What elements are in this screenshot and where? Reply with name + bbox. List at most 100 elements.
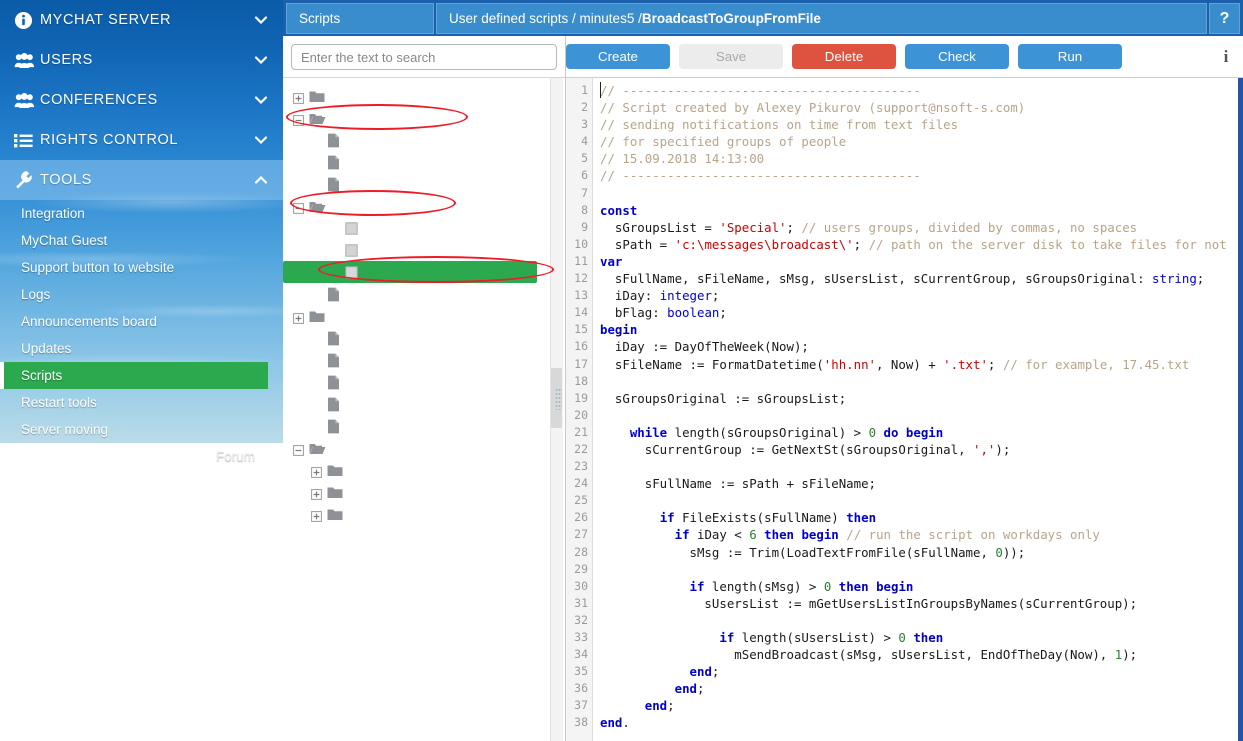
tree-node[interactable] bbox=[283, 393, 565, 415]
sidebar-item-announcements-board[interactable]: Announcements board bbox=[0, 308, 283, 335]
create-button[interactable]: Create bbox=[566, 44, 670, 69]
tree-node[interactable] bbox=[283, 503, 565, 525]
run-button[interactable]: Run bbox=[1018, 44, 1122, 69]
tree-toggle-plus-icon[interactable] bbox=[311, 509, 322, 520]
tree-node[interactable] bbox=[283, 129, 565, 151]
line-number: 34 bbox=[566, 646, 592, 663]
file-icon bbox=[327, 353, 344, 368]
sidebar-item-forum[interactable]: Forum bbox=[0, 443, 283, 741]
folder-closed-icon bbox=[327, 464, 344, 477]
code-line: end. bbox=[600, 714, 1243, 731]
sidebar-group-filters[interactable]: FILTERS bbox=[0, 700, 283, 741]
line-number: 15 bbox=[566, 321, 592, 338]
tree-toggle-plus-icon[interactable] bbox=[293, 311, 304, 322]
splitter-grip-icon[interactable] bbox=[555, 388, 562, 410]
code-content[interactable]: // -------------------------------------… bbox=[593, 78, 1243, 741]
tree-node[interactable] bbox=[283, 437, 565, 459]
tree-node[interactable] bbox=[283, 217, 565, 239]
tree-node[interactable] bbox=[283, 305, 565, 327]
code-line: begin bbox=[600, 321, 1243, 338]
code-line: end; bbox=[600, 663, 1243, 680]
sidebar-group-label: CONFERENCES bbox=[40, 92, 253, 108]
code-line: // -------------------------------------… bbox=[600, 82, 1243, 99]
search-input[interactable] bbox=[291, 44, 557, 70]
sidebar-item-support-button[interactable]: Support button to website bbox=[0, 254, 283, 281]
sidebar-item-updates[interactable]: Updates bbox=[0, 335, 283, 362]
line-number: 26 bbox=[566, 509, 592, 526]
sidebar-group-conferences[interactable]: CONFERENCES bbox=[0, 80, 283, 120]
editor-panel: Create Save Delete Check Run i 123456789… bbox=[566, 36, 1243, 741]
funnel-icon bbox=[14, 710, 32, 731]
line-number: 37 bbox=[566, 697, 592, 714]
script-icon bbox=[345, 266, 362, 279]
tree-node[interactable] bbox=[283, 151, 565, 173]
tree-node[interactable] bbox=[283, 173, 565, 195]
code-line: sGroupsList = 'Special'; // users groups… bbox=[600, 219, 1243, 236]
sidebar-item-restart-tools[interactable]: Restart tools bbox=[0, 389, 283, 416]
sidebar-item-integration[interactable]: Integration bbox=[0, 200, 283, 227]
tree-node[interactable] bbox=[283, 327, 565, 349]
chevron-down-icon bbox=[253, 132, 269, 148]
line-number: 23 bbox=[566, 458, 592, 475]
chevron-down-icon bbox=[253, 713, 269, 729]
line-number: 32 bbox=[566, 612, 592, 629]
line-number: 3 bbox=[566, 116, 592, 133]
tree-node[interactable] bbox=[283, 459, 565, 481]
search-area bbox=[283, 36, 565, 77]
code-line bbox=[600, 407, 1243, 424]
sidebar-group-rights-control[interactable]: RIGHTS CONTROL bbox=[0, 120, 283, 160]
tree-node[interactable] bbox=[283, 349, 565, 371]
code-line: end; bbox=[600, 697, 1243, 714]
tree-toggle-minus-icon[interactable] bbox=[293, 201, 304, 212]
sidebar-group-users[interactable]: USERS bbox=[0, 40, 283, 80]
code-line: if length(sUsersList) > 0 then bbox=[600, 629, 1243, 646]
line-number: 5 bbox=[566, 150, 592, 167]
line-number: 10 bbox=[566, 236, 592, 253]
help-button[interactable]: ? bbox=[1209, 3, 1240, 34]
sidebar-item-scripts[interactable]: Scripts bbox=[0, 362, 268, 389]
tree-toggle-plus-icon[interactable] bbox=[311, 487, 322, 498]
content-row: Create Save Delete Check Run i 123456789… bbox=[283, 36, 1243, 741]
tree-node[interactable] bbox=[283, 85, 565, 107]
tree-toggle-plus-icon[interactable] bbox=[311, 465, 322, 476]
info-circle-icon bbox=[14, 11, 40, 30]
tree-toggle-minus-icon[interactable] bbox=[293, 443, 304, 454]
breadcrumb-current: BroadcastToGroupFromFile bbox=[642, 11, 821, 26]
tree-node[interactable] bbox=[283, 283, 565, 305]
sidebar-item-server-moving[interactable]: Server moving bbox=[0, 416, 283, 443]
sidebar-group-tools[interactable]: TOOLS bbox=[0, 160, 283, 200]
tree-node[interactable] bbox=[283, 107, 565, 129]
scripts-tree-panel bbox=[283, 36, 566, 741]
tree-node[interactable] bbox=[283, 371, 565, 393]
check-button[interactable]: Check bbox=[905, 44, 1009, 69]
file-icon bbox=[327, 155, 344, 170]
line-number: 7 bbox=[566, 185, 592, 202]
folder-closed-icon bbox=[327, 486, 344, 499]
sidebar-item-logs[interactable]: Logs bbox=[0, 281, 283, 308]
tree-toggle-plus-icon[interactable] bbox=[293, 91, 304, 102]
info-icon[interactable]: i bbox=[1209, 47, 1243, 67]
line-number: 27 bbox=[566, 526, 592, 543]
sidebar-item-mychat-guest[interactable]: MyChat Guest bbox=[0, 227, 283, 254]
file-icon bbox=[327, 287, 344, 302]
code-editor[interactable]: 1234567891011121314151617181920212223242… bbox=[566, 77, 1243, 741]
tree-node[interactable] bbox=[283, 481, 565, 503]
list-icon bbox=[14, 133, 40, 148]
code-line bbox=[600, 612, 1243, 629]
tree-toggle-minus-icon[interactable] bbox=[293, 113, 304, 124]
line-number: 24 bbox=[566, 475, 592, 492]
code-line bbox=[600, 373, 1243, 390]
users-icon bbox=[14, 52, 40, 69]
tree-node[interactable] bbox=[283, 239, 565, 261]
code-line: sPath = 'c:\messages\broadcast\'; // pat… bbox=[600, 236, 1243, 253]
editor-scrollbar[interactable] bbox=[1238, 78, 1243, 741]
code-line: // Script created by Alexey Pikurov (sup… bbox=[600, 99, 1243, 116]
delete-button[interactable]: Delete bbox=[792, 44, 896, 69]
tree-node[interactable] bbox=[283, 415, 565, 437]
sidebar-group-mychat-server[interactable]: MYCHAT SERVER bbox=[0, 0, 283, 40]
file-icon bbox=[327, 419, 344, 434]
folder-closed-icon bbox=[309, 310, 326, 323]
tree-node-selected[interactable] bbox=[283, 261, 537, 283]
tree-node[interactable] bbox=[283, 195, 565, 217]
folder-closed-icon bbox=[327, 508, 344, 521]
